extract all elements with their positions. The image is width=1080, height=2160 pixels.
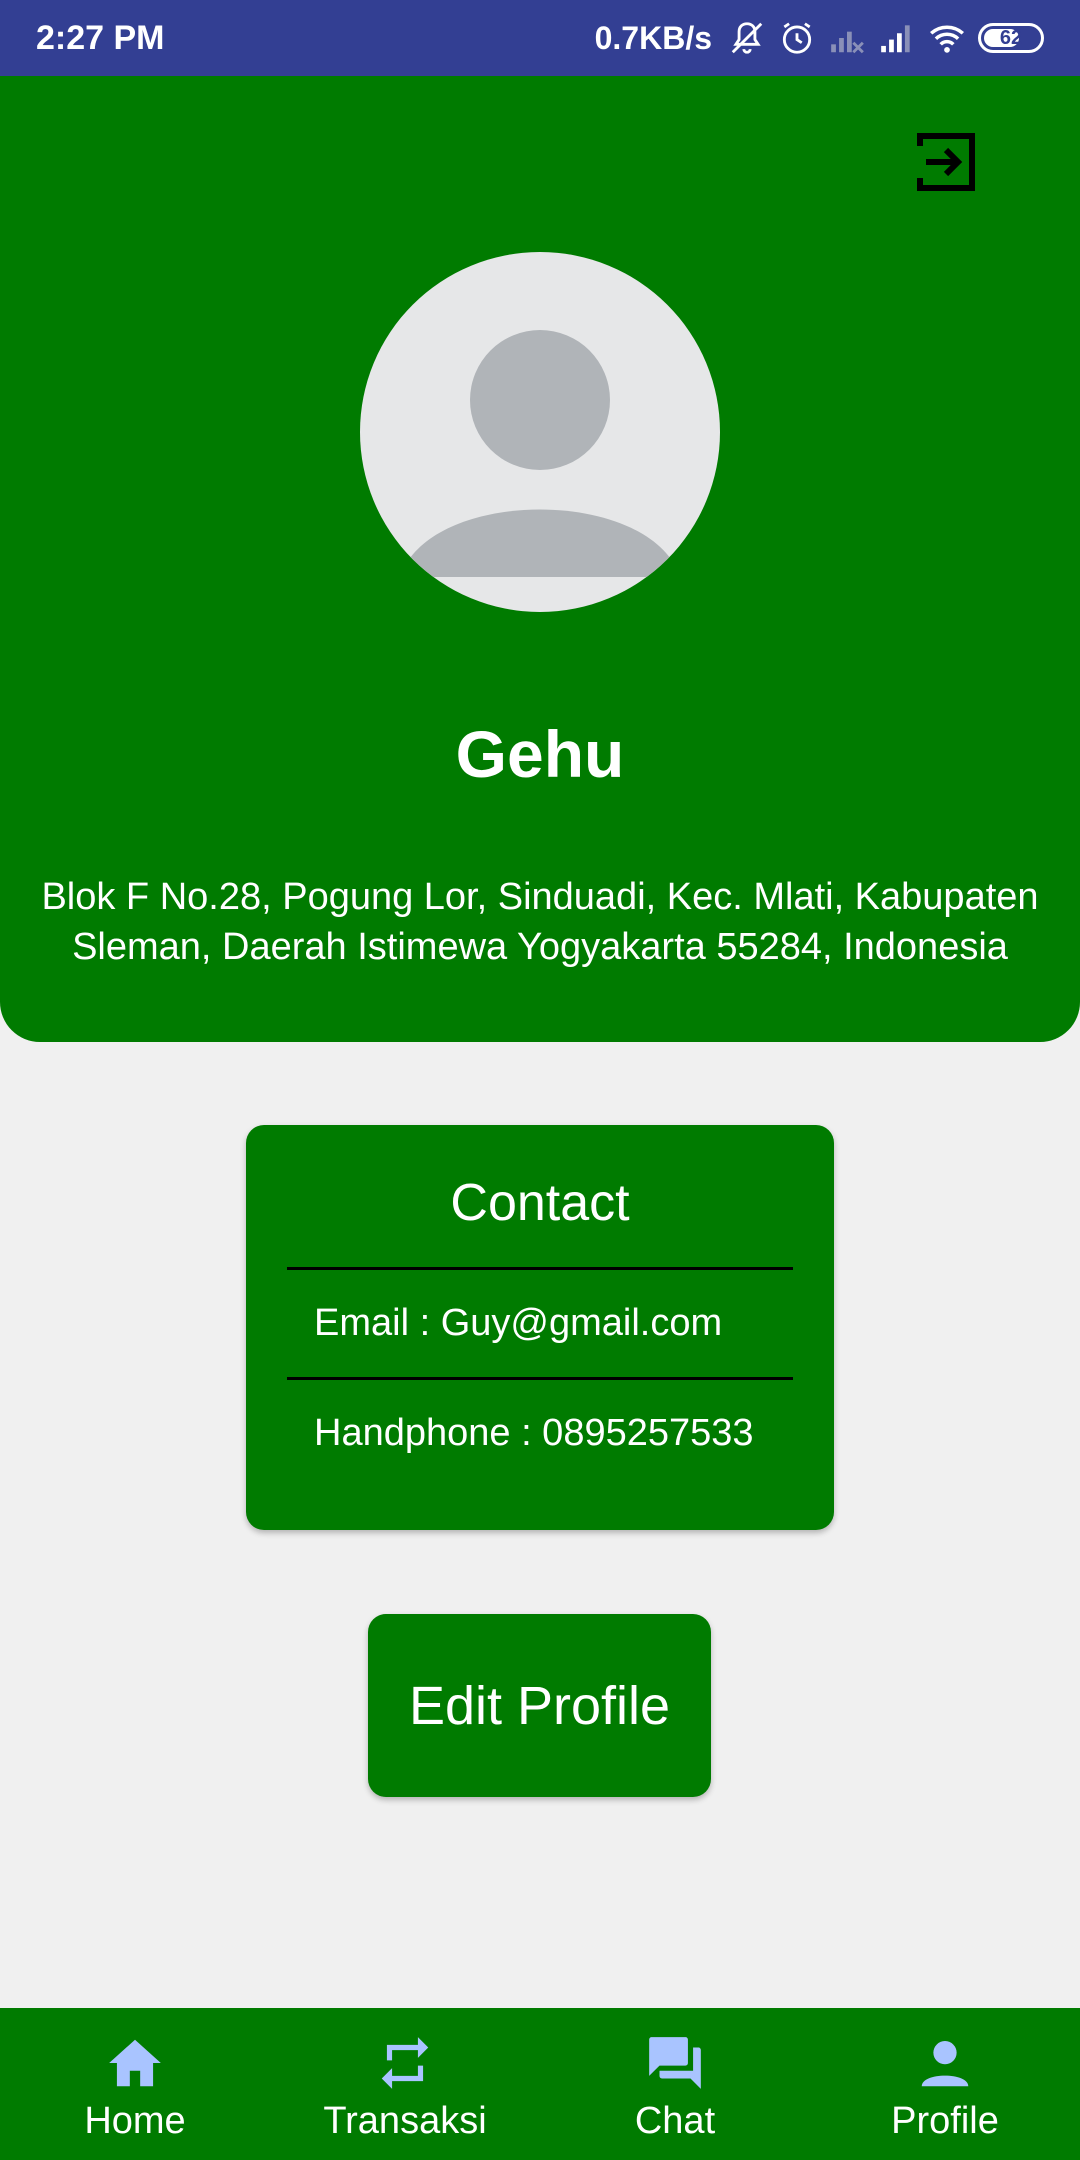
contact-phone: Handphone : 0895257533 xyxy=(314,1412,754,1454)
divider xyxy=(287,1377,793,1380)
repeat-icon xyxy=(381,2037,429,2089)
nav-label-transaksi: Transaksi xyxy=(323,2100,487,2142)
contact-card: Contact Email : Guy@gmail.com Handphone … xyxy=(246,1125,834,1530)
battery-icon: 62 xyxy=(978,23,1044,53)
bottom-nav: Home Transaksi Chat Profile xyxy=(0,2008,1080,2160)
profile-header: Gehu Blok F No.28, Pogung Lor, Sinduadi,… xyxy=(0,76,1080,1042)
battery-level: 62 xyxy=(999,26,1023,49)
network-speed: 0.7KB/s xyxy=(594,19,712,56)
status-bar: 2:27 PM 0.7KB/s 62 xyxy=(0,0,1080,76)
nav-item-chat[interactable]: Chat xyxy=(540,2008,810,2160)
avatar xyxy=(360,252,720,612)
signal-icon xyxy=(881,25,910,53)
person-icon xyxy=(921,2041,969,2087)
mute-icon xyxy=(731,22,763,54)
profile-address: Blok F No.28, Pogung Lor, Sinduadi, Kec.… xyxy=(41,876,1039,968)
chat-icon xyxy=(649,2037,701,2089)
contact-title: Contact xyxy=(450,1174,630,1232)
nav-item-transaksi[interactable]: Transaksi xyxy=(270,2008,540,2160)
nav-label-home: Home xyxy=(84,2100,186,2142)
nav-label-chat: Chat xyxy=(634,2100,716,2142)
signal-no-sim-icon xyxy=(831,31,864,54)
default-avatar-icon xyxy=(400,330,680,577)
contact-email: Email : Guy@gmail.com xyxy=(314,1302,723,1344)
nav-item-home[interactable]: Home xyxy=(0,2008,270,2160)
home-icon xyxy=(109,2039,161,2087)
status-time: 2:27 PM xyxy=(36,18,165,57)
divider xyxy=(287,1267,793,1270)
profile-name: Gehu xyxy=(455,717,625,791)
alarm-icon xyxy=(782,22,812,54)
nav-item-profile[interactable]: Profile xyxy=(810,2008,1080,2160)
status-icons: 0.7KB/s 62 xyxy=(595,19,1044,57)
edit-profile-button[interactable]: Edit Profile xyxy=(368,1614,711,1797)
wifi-icon xyxy=(930,25,964,53)
logout-icon[interactable] xyxy=(912,128,980,196)
nav-label-profile: Profile xyxy=(891,2100,999,2142)
